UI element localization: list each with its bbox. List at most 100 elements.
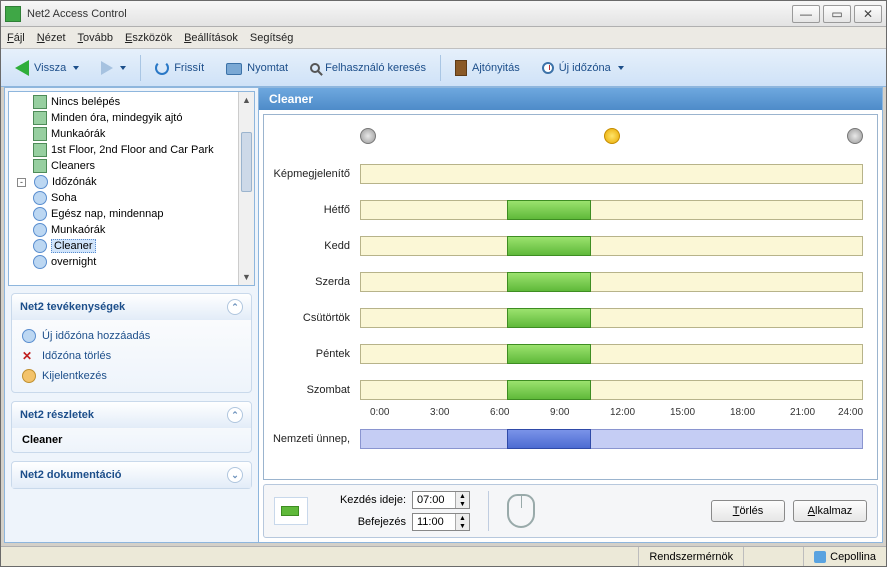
tree-item[interactable]: Nincs belépés (9, 94, 254, 110)
print-button[interactable]: Nyomtat (218, 54, 296, 82)
maximize-button[interactable]: ▭ (823, 5, 851, 23)
tree-item-label: Cleaner (51, 239, 96, 253)
menu-settings[interactable]: Beállítások (184, 32, 238, 44)
door-icon (33, 127, 47, 141)
end-time-field[interactable] (413, 514, 455, 530)
spin-down-icon[interactable]: ▼ (456, 500, 469, 508)
tree-item-label: overnight (51, 256, 96, 268)
scroll-thumb[interactable] (241, 132, 252, 192)
tree-item[interactable]: -Időzónák (9, 174, 254, 190)
delete-button[interactable]: Törlés (711, 500, 785, 522)
tree-item-label: Minden óra, mindegyik ajtó (51, 112, 182, 124)
window-title: Net2 Access Control (27, 8, 789, 20)
end-time-input[interactable]: ▲▼ (412, 513, 470, 531)
day-label: Kedd (270, 240, 360, 252)
tree-item[interactable]: 1st Floor, 2nd Floor and Car Park (9, 142, 254, 158)
refresh-label: Frissít (174, 62, 204, 74)
schedule-row[interactable]: Hétfő (270, 197, 863, 223)
scroll-up-icon[interactable]: ▲ (239, 92, 254, 108)
clock-icon (33, 207, 47, 221)
menu-tools[interactable]: Eszközök (125, 32, 172, 44)
tree-item[interactable]: Cleaners (9, 158, 254, 174)
time-bar[interactable] (507, 308, 591, 328)
search-icon (310, 63, 320, 73)
tree[interactable]: Nincs belépés Minden óra, mindegyik ajtó M… (9, 92, 254, 272)
schedule-row[interactable]: Péntek (270, 341, 863, 367)
tree-item[interactable]: Munkaórák (9, 222, 254, 238)
print-icon (226, 63, 242, 75)
schedule-row[interactable]: Kedd (270, 233, 863, 259)
schedule-row[interactable]: Szerda (270, 269, 863, 295)
apply-button[interactable]: Alkalmaz (793, 500, 867, 522)
details-title: Net2 részletek (20, 409, 94, 421)
spin-up-icon[interactable]: ▲ (456, 492, 469, 500)
tree-item[interactable]: Soha (9, 190, 254, 206)
tree-item-label: Munkaórák (51, 128, 105, 140)
activity-link[interactable]: ✕Időzóna törlés (22, 346, 241, 366)
schedule-row[interactable]: Szombat (270, 377, 863, 403)
schedule-row[interactable]: Csütörtök (270, 305, 863, 331)
tree-item[interactable]: overnight (9, 254, 254, 270)
clock-icon (542, 62, 554, 74)
back-label: Vissza (34, 62, 66, 74)
holiday-label: Nemzeti ünnep, (270, 433, 360, 445)
spin-up-icon[interactable]: ▲ (456, 514, 469, 522)
menu-file[interactable]: Fájl (7, 32, 25, 44)
day-label: Szombat (270, 384, 360, 396)
day-label: Hétfő (270, 204, 360, 216)
time-bar[interactable] (507, 380, 591, 400)
menu-view[interactable]: Nézet (37, 32, 66, 44)
time-bar[interactable] (507, 200, 591, 220)
tree-item[interactable]: Minden óra, mindegyik ajtó (9, 110, 254, 126)
forward-button[interactable] (93, 54, 134, 82)
tree-item[interactable]: Egész nap, mindennap (9, 206, 254, 222)
door-icon (455, 60, 467, 76)
menu-go[interactable]: Tovább (78, 32, 113, 44)
new-timezone-button[interactable]: Új időzóna (534, 54, 632, 82)
tree-scrollbar[interactable]: ▲ ▼ (238, 92, 254, 285)
back-icon (15, 60, 29, 76)
chevron-down-icon (120, 66, 126, 70)
start-time-field[interactable] (413, 492, 455, 508)
tree-item[interactable]: Munkaórák (9, 126, 254, 142)
details-panel: Net2 részletek ⌃ Cleaner (11, 401, 252, 453)
spin-down-icon[interactable]: ▼ (456, 522, 469, 530)
menubar: Fájl Nézet Tovább Eszközök Beállítások S… (1, 27, 886, 49)
print-label: Nyomtat (247, 62, 288, 74)
schedule-row[interactable]: Képmegjelenítő (270, 161, 863, 187)
details-body: Cleaner (12, 428, 251, 452)
user-icon (814, 551, 826, 563)
minimize-button[interactable]: — (792, 5, 820, 23)
mouse-icon (507, 494, 535, 528)
timebar-icon (274, 497, 308, 525)
tree-item-label: 1st Floor, 2nd Floor and Car Park (51, 144, 214, 156)
scroll-down-icon[interactable]: ▼ (239, 269, 254, 285)
tree-panel: Nincs belépés Minden óra, mindegyik ajtó M… (8, 91, 255, 286)
docs-header[interactable]: Net2 dokumentáció ⌄ (12, 462, 251, 488)
open-door-button[interactable]: Ajtónyitás (447, 54, 528, 82)
activity-link[interactable]: Kijelentkezés (22, 366, 241, 386)
activities-header[interactable]: Net2 tevékenységek ⌃ (12, 294, 251, 320)
holiday-row[interactable]: Nemzeti ünnep, (270, 426, 863, 452)
clock-icon (33, 191, 47, 205)
holiday-bar[interactable] (507, 429, 591, 449)
time-bar[interactable] (507, 236, 591, 256)
tree-item[interactable]: Cleaner (9, 238, 254, 254)
day-label: Szerda (270, 276, 360, 288)
find-user-button[interactable]: Felhasználó keresés (302, 54, 434, 82)
time-bar[interactable] (507, 272, 591, 292)
clock-icon (33, 223, 47, 237)
refresh-button[interactable]: Frissít (147, 54, 212, 82)
expand-icon[interactable]: - (17, 178, 26, 187)
start-time-input[interactable]: ▲▼ (412, 491, 470, 509)
details-header[interactable]: Net2 részletek ⌃ (12, 402, 251, 428)
door-icon (33, 95, 47, 109)
new-timezone-label: Új időzóna (559, 62, 611, 74)
back-button[interactable]: Vissza (7, 54, 87, 82)
schedule-chart[interactable]: Képmegjelenítő Hétfő Kedd Szerda Csütörtök Pé… (263, 114, 878, 480)
statusbar: Rendszermérnök Cepollina (1, 546, 886, 566)
time-bar[interactable] (507, 344, 591, 364)
activity-link[interactable]: Új időzóna hozzáadás (22, 326, 241, 346)
menu-help[interactable]: Segítség (250, 32, 293, 44)
close-button[interactable]: ✕ (854, 5, 882, 23)
